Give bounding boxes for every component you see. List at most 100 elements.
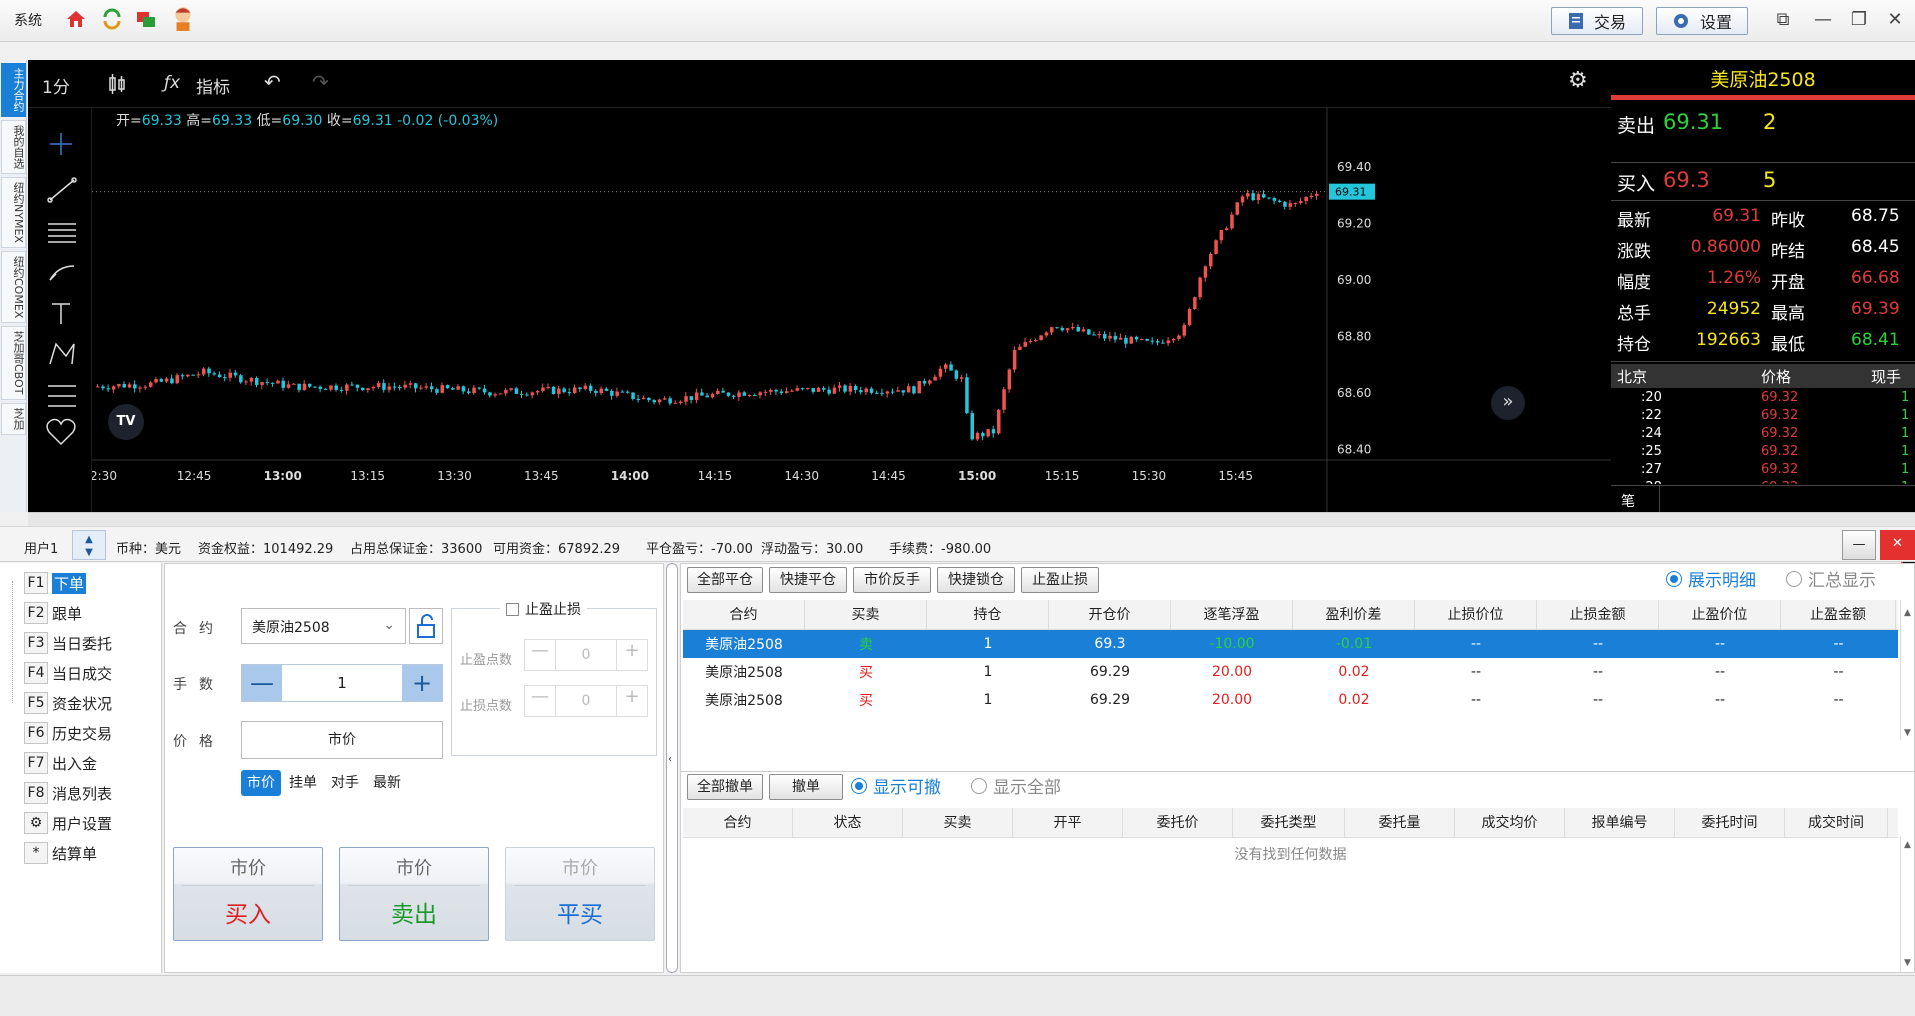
column-header[interactable]: 买卖 <box>903 808 1013 837</box>
collapse-panel-button[interactable]: — <box>1842 530 1876 560</box>
qty-minus-button[interactable]: — <box>242 665 282 701</box>
popout-icon[interactable]: ⧉ <box>1766 6 1800 34</box>
table-row[interactable]: 美原油2508 买 1 69.29 20.00 0.02 -- -- -- -- <box>683 658 1898 686</box>
candle-type-icon[interactable] <box>106 72 128 96</box>
scroll-right-button[interactable]: » <box>1491 386 1525 420</box>
redo-icon[interactable]: ↷ <box>312 70 329 94</box>
maximize-icon[interactable]: ❐ <box>1842 6 1876 34</box>
crosshair-icon[interactable] <box>50 133 72 155</box>
candlestick-chart[interactable]: 1分 ƒx 指标 ↶ ↷ ⚙ 开=69.33 高=69.33 低=69.30 收… <box>28 60 1611 512</box>
column-header[interactable]: 逐笔浮盈 <box>1171 600 1293 629</box>
settings-button[interactable]: 设置 <box>1656 7 1748 35</box>
indicator-button[interactable]: 指标 <box>196 73 230 98</box>
table-row[interactable]: 美原油2508 卖 1 69.3 -10.00 -0.01 -- -- -- -- <box>683 630 1898 658</box>
column-header[interactable]: 委托量 <box>1345 808 1455 837</box>
tp-points-stepper[interactable]: —0 + <box>524 639 648 671</box>
position-action-button[interactable]: 全部平仓 <box>687 567 763 593</box>
measure-icon[interactable] <box>48 385 76 407</box>
position-action-button[interactable]: 快捷锁仓 <box>937 567 1015 593</box>
chart-settings-icon[interactable]: ⚙ <box>1568 68 1588 93</box>
positions-scrollbar[interactable]: ▲ ▼ <box>1900 600 1914 740</box>
show-detail-radio[interactable]: 展示明细 <box>1666 566 1756 591</box>
close-panel-button[interactable]: ✕ <box>1880 530 1915 560</box>
nav-item[interactable]: F1 下单 <box>24 571 87 595</box>
column-header[interactable]: 报单编号 <box>1565 808 1675 837</box>
orders-scrollbar[interactable]: ▲ ▼ <box>1900 836 1914 972</box>
interval-selector[interactable]: 1分 <box>42 73 70 98</box>
tab-nymex[interactable]: 纽约NYMEX <box>1 177 26 248</box>
trendline-icon[interactable] <box>47 177 77 203</box>
column-header[interactable]: 状态 <box>793 808 903 837</box>
price-plot[interactable]: 69.40 69.20 69.00 68.80 68.60 68.40 69.31 2:30 1… <box>92 108 1611 512</box>
user-spinner[interactable]: ▲ ▼ <box>72 530 106 560</box>
fib-lines-icon[interactable] <box>48 223 76 243</box>
qty-value[interactable]: 1 <box>282 665 402 701</box>
market-sell-button[interactable]: 市价 卖出 <box>339 847 489 941</box>
column-header[interactable]: 委托价 <box>1123 808 1233 837</box>
system-menu[interactable]: 系统 <box>14 10 42 30</box>
qty-plus-button[interactable]: + <box>402 665 442 701</box>
show-all-radio[interactable]: 显示全部 <box>971 773 1061 798</box>
sl-points-stepper[interactable]: —0 + <box>524 685 648 717</box>
nav-item[interactable]: F6 历史交易 <box>24 721 112 745</box>
column-header[interactable]: 买卖 <box>805 600 927 629</box>
table-row[interactable]: 美原油2508 买 1 69.29 20.00 0.02 -- -- -- -- <box>683 686 1898 714</box>
nav-item[interactable]: F2 跟单 <box>24 601 82 625</box>
trade-button[interactable]: 交易 <box>1551 7 1643 35</box>
column-header[interactable]: 开仓价 <box>1049 600 1171 629</box>
undo-icon[interactable]: ↶ <box>264 70 281 94</box>
text-tool-icon[interactable] <box>52 303 70 324</box>
splitter[interactable] <box>28 512 1915 526</box>
column-header[interactable]: 成交均价 <box>1455 808 1565 837</box>
column-header[interactable]: 合约 <box>683 808 793 837</box>
tab-more[interactable]: 芝加 <box>1 402 26 435</box>
column-header[interactable]: 止损金额 <box>1537 600 1659 629</box>
price-type-market[interactable]: 市价 <box>241 770 281 796</box>
close-icon[interactable]: ✕ <box>1878 6 1912 34</box>
column-header[interactable]: 止盈价位 <box>1659 600 1781 629</box>
collapse-handle[interactable]: ‹ <box>666 563 678 973</box>
nav-item[interactable]: F5 资金状况 <box>24 691 112 715</box>
column-header[interactable]: 委托类型 <box>1233 808 1345 837</box>
nav-item[interactable]: F3 当日委托 <box>24 631 112 655</box>
lock-icon[interactable] <box>409 608 443 644</box>
position-action-button[interactable]: 市价反手 <box>853 567 931 593</box>
column-header[interactable]: 止盈金额 <box>1781 600 1896 629</box>
order-action-button[interactable]: 全部撤单 <box>687 774 763 800</box>
column-header[interactable]: 合约 <box>683 600 805 629</box>
nav-item[interactable]: F8 消息列表 <box>24 781 112 805</box>
column-header[interactable]: 持仓 <box>927 600 1049 629</box>
column-header[interactable]: 盈利价差 <box>1293 600 1415 629</box>
refresh-icon[interactable] <box>100 7 124 31</box>
market-buy-button[interactable]: 市价 买入 <box>173 847 323 941</box>
function-icon[interactable]: ƒx <box>164 73 180 93</box>
pattern-icon[interactable] <box>49 342 75 365</box>
column-header[interactable]: 委托时间 <box>1675 808 1785 837</box>
nav-item[interactable]: ⚙ 用户设置 <box>24 811 112 835</box>
tab-cbot[interactable]: 芝加哥CBOT <box>1 326 26 400</box>
price-field[interactable]: 市价 <box>241 721 443 759</box>
price-type-opponent[interactable]: 对手 <box>325 770 365 796</box>
price-type-limit[interactable]: 挂单 <box>283 770 323 796</box>
favorite-icon[interactable] <box>46 418 76 446</box>
column-header[interactable]: 成交时间 <box>1785 808 1888 837</box>
brush-icon[interactable] <box>49 265 75 281</box>
nav-item[interactable]: F4 当日成交 <box>24 661 112 685</box>
position-action-button[interactable]: 快捷平仓 <box>769 567 847 593</box>
sltp-checkbox[interactable] <box>506 602 519 616</box>
position-action-button[interactable]: 止盈止损 <box>1021 567 1099 593</box>
tab-main-contracts[interactable]: 主力合约 <box>1 63 26 117</box>
tab-comex[interactable]: 纽约COMEX <box>1 250 26 324</box>
nav-item[interactable]: F7 出入金 <box>24 751 97 775</box>
show-summary-radio[interactable]: 汇总显示 <box>1786 566 1876 591</box>
column-header[interactable]: 止损价位 <box>1415 600 1537 629</box>
price-type-last[interactable]: 最新 <box>367 770 407 796</box>
avatar[interactable] <box>170 4 196 32</box>
column-header[interactable]: 开平 <box>1013 808 1123 837</box>
minimize-icon[interactable]: — <box>1806 6 1840 34</box>
window-switch-icon[interactable] <box>134 7 158 31</box>
home-icon[interactable] <box>64 7 88 31</box>
qty-stepper[interactable]: — 1 + <box>241 664 443 702</box>
show-cancelable-radio[interactable]: 显示可撤 <box>851 773 941 798</box>
nav-item[interactable]: * 结算单 <box>24 841 97 865</box>
